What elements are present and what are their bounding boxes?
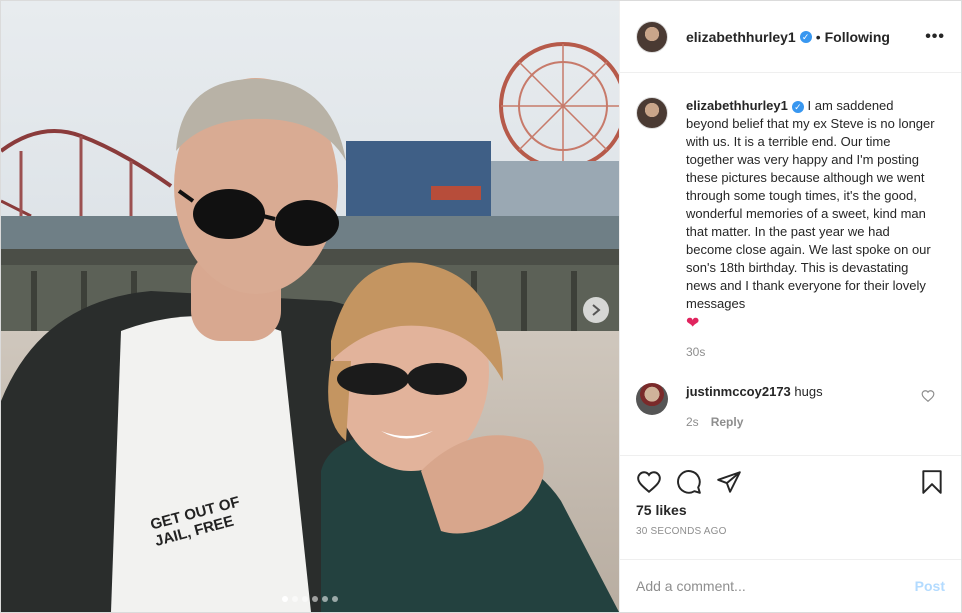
carousel-dot[interactable]	[312, 596, 318, 602]
verified-badge-icon: ✓	[799, 30, 812, 43]
likes-count[interactable]: 75 likes	[636, 502, 945, 518]
bookmark-save-icon[interactable]	[919, 469, 945, 495]
post-photo[interactable]: GET OUT OF JAIL, FREE	[1, 1, 619, 612]
carousel-dot[interactable]	[332, 596, 338, 602]
caption: elizabethhurley1 ✓ I am saddened beyond b…	[636, 97, 945, 361]
header-separator: •	[815, 28, 821, 45]
comment-meta: 2s Reply	[686, 413, 921, 431]
reply-button[interactable]: Reply	[711, 415, 744, 429]
carousel-next-button[interactable]	[583, 297, 609, 323]
comment-time[interactable]: 2s	[686, 415, 699, 429]
post-comment-button[interactable]: Post	[915, 578, 945, 594]
post-header: elizabethhurley1 ✓ • Following •••	[620, 1, 961, 73]
more-options-icon[interactable]: •••	[925, 28, 945, 46]
post-sidebar: elizabethhurley1 ✓ • Following ••• eliza…	[619, 1, 961, 612]
caption-username[interactable]: elizabethhurley1	[686, 98, 788, 113]
commenter-avatar[interactable]	[636, 383, 668, 415]
comment-like-heart-icon[interactable]	[921, 389, 935, 403]
comments-section: elizabethhurley1 ✓ I am saddened beyond b…	[620, 73, 961, 455]
carousel-dot[interactable]	[322, 596, 328, 602]
caption-body: elizabethhurley1 ✓ I am saddened beyond b…	[686, 97, 936, 361]
add-comment-input[interactable]	[636, 578, 915, 594]
comment-text: hugs	[794, 384, 823, 399]
like-heart-icon[interactable]	[636, 469, 662, 495]
comment-body: justinmccoy2173 hugs 2s Reply	[686, 383, 921, 431]
comment-bubble-icon[interactable]	[676, 469, 702, 495]
chevron-right-icon	[592, 304, 601, 316]
posted-time[interactable]: 30 SECONDS AGO	[636, 526, 945, 537]
carousel-dot[interactable]	[292, 596, 298, 602]
photo-image	[1, 1, 619, 612]
author-username[interactable]: elizabethhurley1	[686, 29, 796, 45]
caption-avatar[interactable]	[636, 97, 668, 129]
comment-item: justinmccoy2173 hugs 2s Reply	[636, 383, 945, 431]
author-avatar[interactable]	[636, 20, 668, 53]
post-actions-area: 75 likes 30 SECONDS AGO	[620, 455, 961, 559]
carousel-dots	[1, 596, 619, 602]
post-modal: GET OUT OF JAIL, FREE elizabethhurley1 ✓…	[0, 0, 962, 613]
add-comment-bar: Post	[620, 559, 961, 612]
action-bar	[636, 468, 945, 496]
carousel-dot[interactable]	[282, 596, 288, 602]
caption-text: I am saddened beyond belief that my ex S…	[686, 98, 935, 311]
comment-username[interactable]: justinmccoy2173	[686, 384, 791, 399]
heart-emoji: ❤	[686, 315, 700, 332]
verified-badge-icon: ✓	[791, 100, 804, 113]
following-button[interactable]: Following	[825, 29, 890, 45]
share-send-icon[interactable]	[716, 469, 742, 495]
carousel-dot[interactable]	[302, 596, 308, 602]
caption-time[interactable]: 30s	[686, 343, 936, 361]
